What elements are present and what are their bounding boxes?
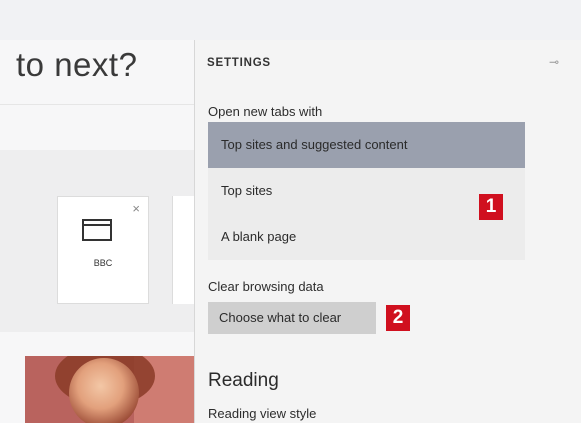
clear-data-label: Clear browsing data [208, 279, 324, 294]
annotation-badge-2: 2 [386, 305, 410, 331]
top-site-tile-partial[interactable] [172, 196, 194, 304]
option-top-sites-suggested[interactable]: Top sites and suggested content [208, 122, 525, 168]
annotation-badge-1: 1 [479, 194, 503, 220]
news-thumbnail-image[interactable] [25, 356, 194, 423]
option-blank-page[interactable]: A blank page [208, 214, 525, 260]
top-site-tile-bbc[interactable]: × BBC [57, 196, 149, 304]
search-divider [0, 104, 194, 105]
choose-what-to-clear-button[interactable]: Choose what to clear [208, 302, 376, 334]
title-bar [0, 0, 581, 41]
page-heading: to next? [16, 46, 138, 83]
reading-heading: Reading [208, 370, 279, 391]
pin-icon[interactable]: ⊸ [549, 55, 559, 69]
open-tabs-label: Open new tabs with [208, 104, 323, 119]
window-icon [82, 219, 112, 241]
close-icon[interactable]: × [132, 201, 140, 216]
panel-title: SETTINGS [207, 57, 271, 69]
reading-view-style-label: Reading view style [208, 406, 317, 421]
option-top-sites[interactable]: Top sites [208, 168, 525, 214]
tile-label: BBC [93, 258, 113, 268]
browser-window: to next? × BBC SETTINGS ⊸ Open new tabs … [0, 0, 581, 423]
settings-panel: SETTINGS ⊸ Open new tabs with Top sites … [194, 40, 581, 423]
